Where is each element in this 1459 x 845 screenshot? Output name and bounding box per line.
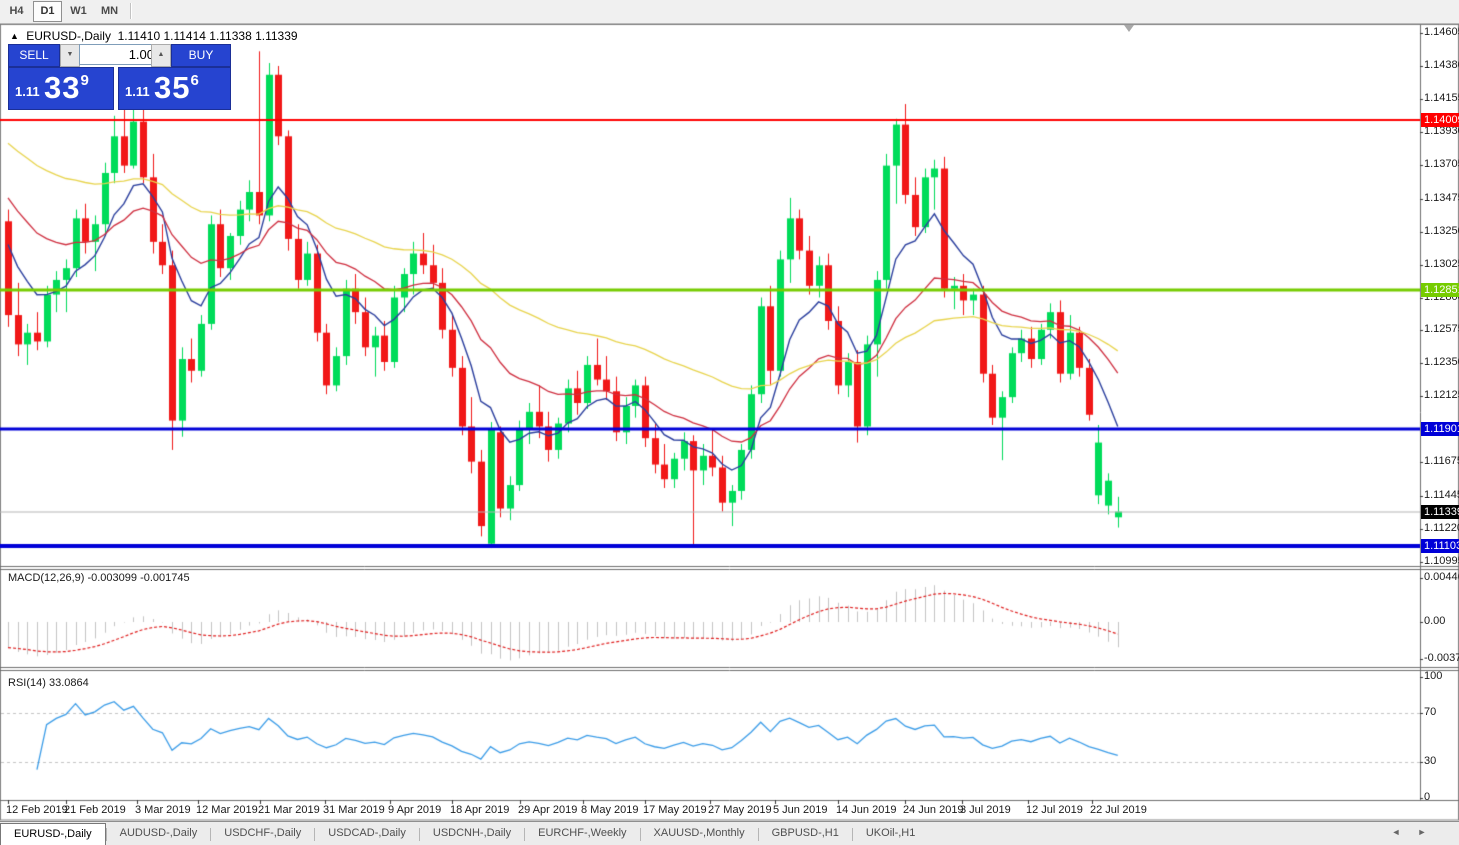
sell-price-prefix: 1.11 <box>15 84 40 99</box>
chart-tab-usdcnh-daily[interactable]: USDCNH-,Daily <box>420 824 524 843</box>
date-axis-label: 31 Mar 2019 <box>323 804 385 816</box>
tab-scroll-left-icon[interactable]: ◄ <box>1388 827 1404 841</box>
one-click-trade-panel: SELL ▼ ▲ BUY 1.11 339 1.11 356 <box>8 44 230 108</box>
chart-tab-ukoil-h1[interactable]: UKOil-,H1 <box>853 824 929 843</box>
price-level-badge: 1.11103 <box>1421 539 1459 553</box>
date-axis-label: 3 Mar 2019 <box>135 804 191 816</box>
date-axis-label: 21 Feb 2019 <box>64 804 126 816</box>
price-axis-tick-label: 1.14380 <box>1424 59 1459 71</box>
date-axis-label: 9 Apr 2019 <box>388 804 441 816</box>
macd-axis-tick-label: 0.004465 <box>1424 571 1459 583</box>
date-axis-label: 14 Jun 2019 <box>836 804 897 816</box>
tab-scroll-right-icon[interactable]: ► <box>1414 827 1430 841</box>
chart-tab-xauusd-monthly[interactable]: XAUUSD-,Monthly <box>641 824 758 843</box>
price-axis-tick-label: 1.11220 <box>1424 522 1459 534</box>
date-axis-label: 5 Jun 2019 <box>773 804 827 816</box>
date-axis-label: 12 Feb 2019 <box>6 804 68 816</box>
rsi-axis-tick-label: 0 <box>1424 791 1430 803</box>
sell-button[interactable]: SELL <box>8 44 60 67</box>
rsi-axis-tick-label: 30 <box>1424 755 1436 767</box>
volume-input[interactable] <box>79 44 159 65</box>
price-axis-tick-label: 1.11675 <box>1424 455 1459 467</box>
sell-price-big: 33 <box>44 70 80 105</box>
chart-title: ▲ EURUSD-,Daily 1.11410 1.11414 1.11338 … <box>10 29 298 43</box>
rsi-axis-tick-label: 70 <box>1424 706 1436 718</box>
date-axis-label: 8 May 2019 <box>581 804 638 816</box>
price-axis-tick-label: 1.11445 <box>1424 489 1459 501</box>
collapse-triangle-icon[interactable]: ▲ <box>10 31 19 41</box>
chart-tab-eurusd-daily[interactable]: EURUSD-,Daily <box>0 823 106 845</box>
chart-symbol-label: EURUSD-,Daily <box>26 29 111 43</box>
price-axis-tick-label: 1.13025 <box>1424 258 1459 270</box>
sell-price-box[interactable]: 1.11 339 <box>8 67 114 110</box>
date-axis-label: 22 Jul 2019 <box>1090 804 1147 816</box>
price-level-badge: 1.12851 <box>1421 283 1459 297</box>
date-axis-label: 27 May 2019 <box>708 804 772 816</box>
price-axis-tick-label: 1.13705 <box>1424 158 1459 170</box>
buy-price-big: 35 <box>154 70 190 105</box>
volume-decrease-button[interactable]: ▼ <box>60 44 80 67</box>
chart-tab-usdchf-daily[interactable]: USDCHF-,Daily <box>211 824 314 843</box>
volume-increase-button[interactable]: ▲ <box>151 44 171 67</box>
price-level-badge: 1.11339 <box>1421 505 1459 519</box>
macd-axis-tick-label: -0.003715 <box>1424 652 1459 664</box>
timeframe-button-w1[interactable]: W1 <box>64 1 93 22</box>
buy-price-box[interactable]: 1.11 356 <box>118 67 231 110</box>
chart-tab-audusd-daily[interactable]: AUDUSD-,Daily <box>107 824 211 843</box>
timeframe-button-d1[interactable]: D1 <box>33 1 62 22</box>
chart-ohlc-values: 1.11410 1.11414 1.11338 1.11339 <box>118 29 298 43</box>
mt4-window: H4 D1 W1 MN ▲ EURUSD-,Daily 1.11410 1.11… <box>0 0 1459 845</box>
date-axis-label: 12 Mar 2019 <box>196 804 258 816</box>
date-axis-label: 29 Apr 2019 <box>518 804 577 816</box>
rsi-axis-tick-label: 100 <box>1424 670 1442 682</box>
macd-axis-tick-label: 0.00 <box>1424 615 1445 627</box>
date-axis-label: 18 Apr 2019 <box>450 804 509 816</box>
price-axis-tick-label: 1.12125 <box>1424 389 1459 401</box>
rsi-indicator-label: RSI(14) 33.0864 <box>8 677 89 689</box>
date-axis-label: 21 Mar 2019 <box>258 804 320 816</box>
price-axis-tick-label: 1.13250 <box>1424 225 1459 237</box>
buy-price-prefix: 1.11 <box>125 84 150 99</box>
timeframe-button-mn[interactable]: MN <box>95 1 124 22</box>
price-axis-tick-label: 1.13475 <box>1424 192 1459 204</box>
date-axis-label: 3 Jul 2019 <box>960 804 1011 816</box>
chart-tab-bar: EURUSD-,DailyAUDUSD-,DailyUSDCHF-,DailyU… <box>0 821 1459 845</box>
timeframe-toolbar: H4 D1 W1 MN <box>0 0 1459 24</box>
price-axis-tick-label: 1.14605 <box>1424 26 1459 38</box>
macd-indicator-label: MACD(12,26,9) -0.003099 -0.001745 <box>8 572 190 584</box>
price-axis-tick-label: 1.14155 <box>1424 92 1459 104</box>
price-axis-tick-label: 1.12350 <box>1424 356 1459 368</box>
date-axis-label: 17 May 2019 <box>643 804 707 816</box>
timeframe-button-h4[interactable]: H4 <box>2 1 31 22</box>
sell-price-pip: 9 <box>81 72 89 89</box>
price-chart[interactable] <box>0 24 1459 821</box>
buy-price-pip: 6 <box>191 72 199 89</box>
date-axis-label: 24 Jun 2019 <box>903 804 964 816</box>
price-axis-tick-label: 1.10995 <box>1424 555 1459 567</box>
price-level-badge: 1.11901 <box>1421 422 1459 436</box>
chart-tab-eurchf-weekly[interactable]: EURCHF-,Weekly <box>525 824 639 843</box>
chart-shift-marker-icon[interactable] <box>1124 25 1134 32</box>
price-level-badge: 1.14009 <box>1421 113 1459 127</box>
toolbar-separator <box>130 3 132 19</box>
price-axis-tick-label: 1.12575 <box>1424 323 1459 335</box>
chart-tab-usdcad-daily[interactable]: USDCAD-,Daily <box>315 824 419 843</box>
buy-button[interactable]: BUY <box>171 44 231 67</box>
date-axis-label: 12 Jul 2019 <box>1026 804 1083 816</box>
chart-tab-gbpusd-h1[interactable]: GBPUSD-,H1 <box>759 824 852 843</box>
